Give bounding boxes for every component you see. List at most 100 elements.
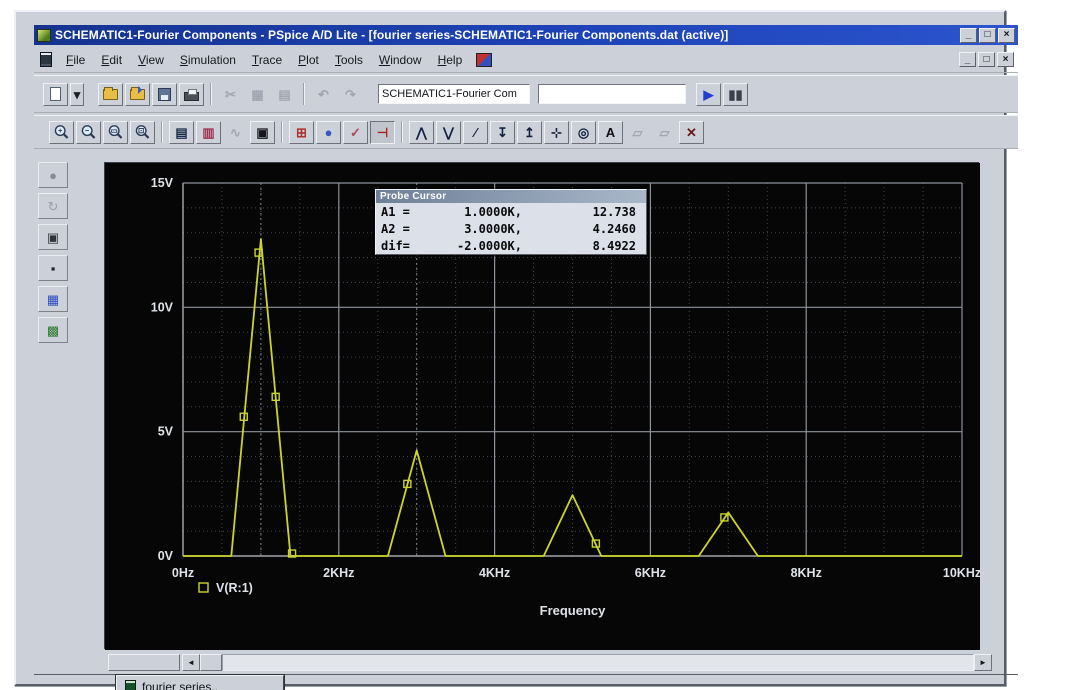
x-tick-label: 0Hz <box>172 566 194 580</box>
child-minimize-button[interactable]: _ <box>959 52 976 67</box>
menu-tools[interactable]: Tools <box>327 50 371 70</box>
simulation-profile-combo[interactable]: SCHEMATIC1-Fourier Com <box>378 84 530 104</box>
add-trace-icon: ✓ <box>350 126 361 139</box>
zoom-fit-button[interactable]: ⊡ <box>130 121 155 144</box>
open-icon <box>103 89 118 100</box>
side-schematic-icon: ▩ <box>47 324 59 337</box>
pause-simulation-button[interactable]: ▮▮ <box>723 83 748 106</box>
maximize-button[interactable]: □ <box>979 28 996 43</box>
child-close-icon: × <box>1003 54 1009 66</box>
child-minimize-icon: _ <box>965 54 971 66</box>
x-tick-label: 4KHz <box>479 566 510 580</box>
svg-text:−: − <box>85 126 90 135</box>
side-print-icon: ▪ <box>51 262 56 275</box>
menu-bar: FileEditViewSimulationTracePlotToolsWind… <box>34 47 1018 73</box>
zoom-area-button[interactable]: ▭ <box>103 121 128 144</box>
cursor-trough-button[interactable]: ⋁ <box>436 121 461 144</box>
new-dropdown-icon: ▾ <box>74 88 81 101</box>
x-tick-label: 10KHz <box>943 566 980 580</box>
cursor-trough-icon: ⋁ <box>443 126 454 139</box>
performance-analysis-button[interactable]: ▣ <box>250 121 275 144</box>
magnifier-icon: − <box>80 124 98 141</box>
cursor-slope-icon: ∕ <box>474 126 476 139</box>
zoom-in-button[interactable]: + <box>49 121 74 144</box>
legend-label: V(R:1) <box>216 581 253 595</box>
tab-label: fourier series.. <box>142 680 218 690</box>
toggle-cursor-button[interactable]: ⊣ <box>370 121 395 144</box>
pspice-window: SCHEMATIC1-Fourier Components - PSpice A… <box>14 10 1006 686</box>
probe-cursor-freq: 3.0000K, <box>420 222 532 236</box>
side-copy-icon: ▣ <box>47 231 59 244</box>
scrollbar-thumb[interactable] <box>200 654 222 671</box>
child-restore-button[interactable]: □ <box>978 52 995 67</box>
side-schematic-button[interactable]: ▩ <box>38 317 68 343</box>
menu-help[interactable]: Help <box>430 50 471 70</box>
main-toolbar: ▾✂▦▤↶↷SCHEMATIC1-Fourier Com▶▮▮ <box>34 75 1018 113</box>
probe-cursor-freq: -2.0000K, <box>420 239 532 253</box>
toolbar-separator <box>210 83 212 105</box>
probe-cursor-value: 12.738 <box>532 205 646 219</box>
cursor-point-button[interactable]: ⊹ <box>544 121 569 144</box>
app-icon <box>37 29 51 42</box>
probe-cursor-value: 8.4922 <box>532 239 646 253</box>
undo-button: ↶ <box>311 83 336 106</box>
tab-fourier-series[interactable]: fourier series.. <box>116 675 284 690</box>
probe-cursor-label: A1 = <box>376 205 420 219</box>
menu-window[interactable]: Window <box>371 50 430 70</box>
run-command-input[interactable] <box>538 84 686 104</box>
cursor-min-icon: ↧ <box>497 126 508 139</box>
import-icon <box>130 89 145 100</box>
side-clear-icon: ● <box>49 169 57 182</box>
probe-cursor-row: A2 =3.0000K,4.2460 <box>376 220 646 237</box>
import-button[interactable] <box>125 83 150 106</box>
add-plot-button[interactable]: ▥ <box>196 121 221 144</box>
redo-icon: ↷ <box>345 88 356 101</box>
side-refresh-button[interactable]: ↻ <box>38 193 68 219</box>
side-copy-button[interactable]: ▣ <box>38 224 68 250</box>
cursor-slope-button[interactable]: ∕ <box>463 121 488 144</box>
scrollbar-track[interactable] <box>222 654 974 671</box>
cursor-min-button[interactable]: ↧ <box>490 121 515 144</box>
log-x-axis-icon: ▤ <box>175 126 187 139</box>
open-button[interactable] <box>98 83 123 106</box>
side-log-button[interactable]: ▦ <box>38 286 68 312</box>
cursor-peak-button[interactable]: ⋀ <box>409 121 434 144</box>
child-close-button[interactable]: × <box>997 52 1014 67</box>
label-text-button[interactable]: A <box>598 121 623 144</box>
zoom-out-button[interactable]: − <box>76 121 101 144</box>
cursor-search-button[interactable]: ◎ <box>571 121 596 144</box>
log-x-axis-button[interactable]: ▤ <box>169 121 194 144</box>
probe-cursor-row: A1 =1.0000K,12.738 <box>376 203 646 220</box>
side-refresh-icon: ↻ <box>48 200 59 213</box>
cursor-max-button[interactable]: ↥ <box>517 121 542 144</box>
probe-cursor-window[interactable]: Probe Cursor A1 =1.0000K,12.738A2 =3.000… <box>375 189 647 255</box>
print-button[interactable] <box>179 83 204 106</box>
close-button[interactable]: × <box>998 28 1015 43</box>
side-clear-button[interactable]: ● <box>38 162 68 188</box>
pause-simulation-icon: ▮▮ <box>728 88 742 101</box>
cursor-point-icon: ⊹ <box>551 126 562 139</box>
scroll-left-button[interactable]: ◄ <box>182 654 200 671</box>
run-simulation-button[interactable]: ▶ <box>696 83 721 106</box>
voltage-marker-icon: ● <box>325 126 333 139</box>
menu-view[interactable]: View <box>130 50 172 70</box>
menu-trace[interactable]: Trace <box>244 50 290 70</box>
menu-file[interactable]: File <box>58 50 93 70</box>
menu-edit[interactable]: Edit <box>93 50 130 70</box>
new-dropdown-button[interactable]: ▾ <box>70 83 84 106</box>
new-simulation-button[interactable] <box>43 83 68 106</box>
add-plot-icon: ▥ <box>202 126 214 139</box>
menu-plot[interactable]: Plot <box>290 50 327 70</box>
eval-goal-function-button[interactable]: ✕ <box>679 121 704 144</box>
side-print-button[interactable]: ▪ <box>38 255 68 281</box>
mark-data-points-button[interactable]: ⊞ <box>289 121 314 144</box>
voltage-marker-button[interactable]: ● <box>316 121 341 144</box>
run-simulation-icon: ▶ <box>704 88 714 101</box>
menu-simulation[interactable]: Simulation <box>172 50 244 70</box>
minimize-button[interactable]: _ <box>960 28 977 43</box>
add-trace-button[interactable]: ✓ <box>343 121 368 144</box>
scroll-right-button[interactable]: ► <box>974 654 992 671</box>
window-title: SCHEMATIC1-Fourier Components - PSpice A… <box>55 28 960 42</box>
save-button[interactable] <box>152 83 177 106</box>
paste-icon: ▤ <box>278 88 290 101</box>
